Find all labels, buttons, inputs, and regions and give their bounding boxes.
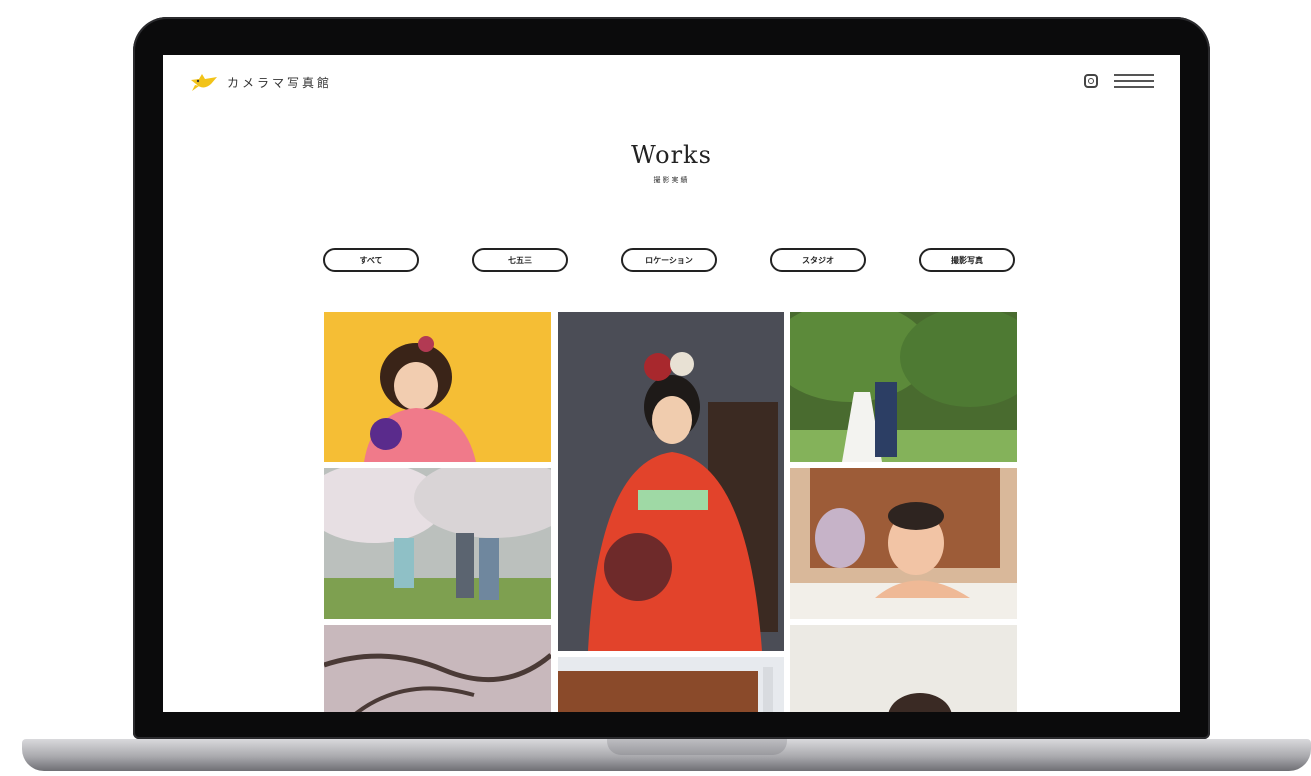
filter-all-button[interactable]: すべて — [323, 248, 419, 272]
laptop-base — [22, 739, 1311, 771]
logo-text: カメラマ写真館 — [227, 75, 333, 90]
photo-baby-smile[interactable] — [790, 468, 1017, 619]
photo-baby-fur[interactable] — [790, 625, 1017, 712]
laptop-screen: カメラマ写真館 Works 撮影実績 すべて 七五三 ロケーション スタジオ 撮… — [163, 55, 1180, 712]
laptop-notch — [607, 739, 787, 755]
filter-photos-button[interactable]: 撮影写真 — [919, 248, 1015, 272]
filter-location-button[interactable]: ロケーション — [621, 248, 717, 272]
photo-blossoms[interactable] — [324, 625, 551, 712]
filter-studio-button[interactable]: スタジオ — [770, 248, 866, 272]
page-subtitle: 撮影実績 — [653, 177, 690, 184]
filter-shichigosan-button[interactable]: 七五三 — [472, 248, 568, 272]
photo-kimono-girl[interactable] — [558, 312, 784, 651]
hamburger-menu-icon[interactable] — [1114, 74, 1154, 88]
page-title: Works — [631, 141, 712, 169]
photo-family-trees[interactable] — [324, 468, 551, 619]
bird-icon — [191, 74, 217, 91]
photo-studio-chair[interactable] — [558, 657, 784, 712]
site-header: カメラマ写真館 — [163, 55, 1180, 115]
photo-wedding-park[interactable] — [790, 312, 1017, 462]
photo-child-yellow[interactable] — [324, 312, 551, 462]
instagram-icon[interactable] — [1084, 74, 1098, 88]
site-logo[interactable]: カメラマ写真館 — [189, 71, 332, 93]
